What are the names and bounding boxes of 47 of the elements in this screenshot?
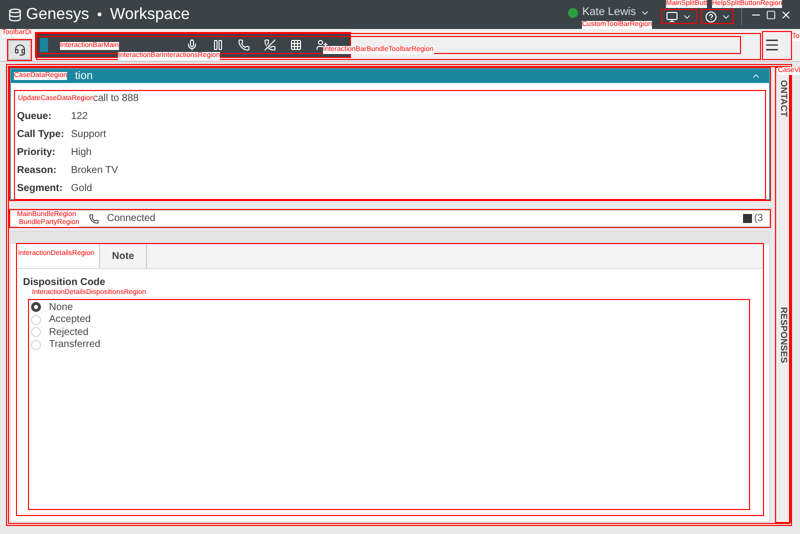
keypad-icon[interactable] <box>290 39 302 51</box>
case-subject: call to 888 <box>93 92 140 106</box>
monitor-menu-button[interactable] <box>662 10 696 23</box>
user-name[interactable]: Kate Lewis <box>582 4 636 21</box>
disposition-radio[interactable]: Accepted <box>31 314 749 326</box>
radio-label: Rejected <box>49 326 88 340</box>
menu-icon[interactable] <box>764 37 780 53</box>
logo-icon <box>8 8 22 22</box>
monitor-icon <box>666 10 678 22</box>
help-menu-button[interactable] <box>702 10 733 23</box>
field-value: Gold <box>71 182 92 196</box>
phone-icon[interactable] <box>238 39 250 51</box>
headset-icon <box>14 44 26 56</box>
brand-name: Genesys <box>26 4 90 24</box>
field-value: Broken TV <box>71 164 118 178</box>
side-tab[interactable]: RESPONSES <box>776 306 790 363</box>
close-icon[interactable] <box>780 8 792 20</box>
radio-label: None <box>49 300 73 314</box>
disposition-radio[interactable]: Rejected <box>31 326 749 338</box>
help-icon <box>704 10 716 22</box>
field-value: 122 <box>71 110 88 124</box>
field-label: Reason: <box>17 164 58 178</box>
case-data-title: tion <box>75 68 93 84</box>
phone-icon <box>89 214 99 224</box>
microphone-icon[interactable] <box>186 39 198 51</box>
disposition-radio[interactable]: None <box>31 301 749 314</box>
disposition-radio[interactable]: Transferred <box>31 338 749 351</box>
radio-label: Transferred <box>49 338 100 352</box>
agent-button[interactable] <box>8 40 31 60</box>
title-separator: • <box>97 5 102 24</box>
field-label: Call Type: <box>17 128 66 142</box>
count-label: (3 <box>754 212 763 226</box>
app-name: Workspace <box>110 4 190 24</box>
side-tab[interactable]: ONTACT <box>776 80 790 117</box>
field-label: Queue: <box>17 110 52 124</box>
note-icon[interactable] <box>743 214 752 223</box>
maximize-icon[interactable] <box>766 10 776 20</box>
connection-status: Connected <box>107 212 156 226</box>
radio-label: Accepted <box>49 313 91 328</box>
hang-up-icon[interactable] <box>264 39 276 51</box>
note-tab[interactable]: Note <box>99 244 148 268</box>
field-value: High <box>71 146 92 160</box>
field-label: Priority: <box>17 146 56 160</box>
field-value: Support <box>71 128 106 142</box>
disposition-title: Disposition Code <box>23 276 106 288</box>
field-label: Segment: <box>17 182 64 196</box>
pause-icon[interactable] <box>212 39 224 51</box>
